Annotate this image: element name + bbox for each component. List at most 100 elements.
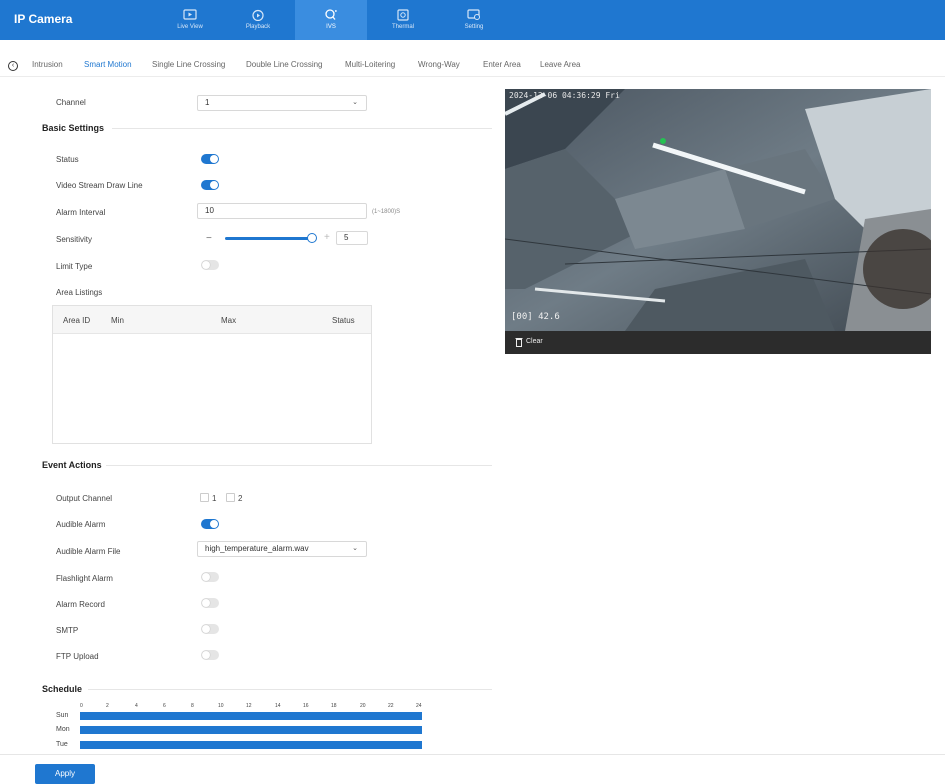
sensitivity-value: 5 bbox=[344, 233, 349, 242]
basic-settings-heading: Basic Settings bbox=[42, 123, 105, 133]
chevron-down-icon: ⌄ bbox=[352, 545, 358, 552]
tab-leave-area[interactable]: Leave Area bbox=[540, 60, 580, 69]
draw-line-label: Video Stream Draw Line bbox=[56, 181, 143, 190]
nav-setting[interactable]: Setting bbox=[438, 0, 510, 40]
tab-multi-loitering[interactable]: Multi-Loitering bbox=[345, 60, 395, 69]
tab-enter-area[interactable]: Enter Area bbox=[483, 60, 521, 69]
sensitivity-minus-button[interactable]: − bbox=[206, 233, 212, 244]
flashlight-alarm-label: Flashlight Alarm bbox=[56, 574, 113, 583]
sensitivity-plus-button[interactable]: + bbox=[324, 232, 330, 243]
channel-select[interactable]: 1 ⌄ bbox=[197, 95, 367, 111]
video-timestamp: 2024-12-06 04:36:29 Fri bbox=[509, 91, 620, 100]
alarm-interval-input[interactable]: 10 bbox=[197, 203, 367, 219]
trash-icon[interactable] bbox=[515, 337, 523, 347]
top-bar: IP Camera Live View Playback IVS Thermal… bbox=[0, 0, 945, 40]
audible-alarm-file-value: high_temperature_alarm.wav bbox=[205, 544, 309, 553]
hour-label: 14 bbox=[275, 703, 281, 709]
schedule-bar-tue[interactable] bbox=[80, 741, 422, 749]
status-label: Status bbox=[56, 155, 79, 164]
back-icon[interactable]: ‹ bbox=[8, 61, 18, 71]
sensitivity-slider-handle[interactable] bbox=[307, 233, 317, 243]
section-divider bbox=[88, 689, 492, 690]
hour-label: 24 bbox=[416, 703, 422, 709]
sensitivity-slider-track[interactable] bbox=[225, 237, 313, 240]
hour-label: 12 bbox=[246, 703, 252, 709]
audible-alarm-file-select[interactable]: high_temperature_alarm.wav ⌄ bbox=[197, 541, 367, 557]
schedule-bar-sun[interactable] bbox=[80, 712, 422, 720]
toggle-knob bbox=[202, 625, 210, 633]
toggle-knob bbox=[202, 651, 210, 659]
day-label-sun: Sun bbox=[56, 712, 69, 719]
area-listings-label: Area Listings bbox=[56, 288, 103, 297]
playback-icon bbox=[252, 9, 264, 21]
sensitivity-input[interactable]: 5 bbox=[336, 231, 368, 245]
audible-alarm-label: Audible Alarm bbox=[56, 520, 106, 529]
setting-icon bbox=[467, 9, 480, 20]
output-channel-label: Output Channel bbox=[56, 494, 113, 503]
alarm-interval-value: 10 bbox=[205, 206, 214, 215]
hour-label: 10 bbox=[218, 703, 224, 709]
nav-ivs[interactable]: IVS bbox=[295, 0, 367, 40]
output-channel-2-label: 2 bbox=[238, 494, 243, 503]
hour-label: 8 bbox=[191, 703, 194, 709]
limit-type-toggle[interactable] bbox=[201, 260, 219, 270]
hour-label: 22 bbox=[388, 703, 394, 709]
tab-divider bbox=[0, 76, 945, 77]
tab-double-line-crossing[interactable]: Double Line Crossing bbox=[246, 60, 323, 69]
col-status: Status bbox=[332, 316, 355, 325]
section-divider bbox=[106, 465, 492, 466]
apply-button[interactable]: Apply bbox=[35, 764, 95, 784]
smtp-toggle[interactable] bbox=[201, 624, 219, 634]
tab-smart-motion[interactable]: Smart Motion bbox=[84, 60, 132, 69]
section-divider bbox=[112, 128, 492, 129]
alarm-interval-label: Alarm Interval bbox=[56, 208, 106, 217]
flashlight-alarm-toggle[interactable] bbox=[201, 572, 219, 582]
hour-label: 0 bbox=[80, 703, 83, 709]
nav-live-view-label: Live View bbox=[177, 24, 203, 30]
toggle-knob bbox=[202, 261, 210, 269]
ivs-icon bbox=[325, 9, 337, 20]
app-title: IP Camera bbox=[14, 12, 73, 26]
toggle-knob bbox=[210, 155, 218, 163]
toggle-knob bbox=[210, 181, 218, 189]
nav-playback[interactable]: Playback bbox=[222, 0, 294, 40]
smtp-label: SMTP bbox=[56, 626, 79, 635]
ftp-upload-toggle[interactable] bbox=[201, 650, 219, 660]
ceiling-scene-image: 2024-12-06 04:36:29 Fri [00] 42.6 bbox=[505, 89, 931, 331]
hour-label: 2 bbox=[106, 703, 109, 709]
draw-line-toggle[interactable] bbox=[201, 180, 219, 190]
schedule-heading: Schedule bbox=[42, 684, 83, 694]
video-preview[interactable]: 2024-12-06 04:36:29 Fri [00] 42.6 bbox=[505, 89, 931, 331]
tab-wrong-way[interactable]: Wrong-Way bbox=[418, 60, 460, 69]
hour-label: 20 bbox=[360, 703, 366, 709]
hour-label: 4 bbox=[135, 703, 138, 709]
area-listings-table: Area ID Min Max Status bbox=[52, 305, 372, 444]
day-label-tue: Tue bbox=[56, 741, 68, 748]
output-channel-2-checkbox[interactable] bbox=[226, 493, 235, 502]
nav-setting-label: Setting bbox=[464, 24, 484, 30]
audible-alarm-toggle[interactable] bbox=[201, 519, 219, 529]
table-header: Area ID Min Max Status bbox=[53, 306, 371, 334]
status-toggle[interactable] bbox=[201, 154, 219, 164]
footer-divider bbox=[0, 754, 945, 755]
hour-label: 18 bbox=[331, 703, 337, 709]
schedule-bar-mon[interactable] bbox=[80, 726, 422, 734]
hour-label: 16 bbox=[303, 703, 309, 709]
tab-intrusion[interactable]: Intrusion bbox=[32, 60, 63, 69]
output-channel-1-checkbox[interactable] bbox=[200, 493, 209, 502]
clear-button[interactable]: Clear bbox=[526, 338, 543, 345]
col-min: Min bbox=[111, 316, 124, 325]
tab-single-line-crossing[interactable]: Single Line Crossing bbox=[152, 60, 225, 69]
toggle-knob bbox=[202, 573, 210, 581]
nav-thermal[interactable]: Thermal bbox=[367, 0, 439, 40]
alarm-record-toggle[interactable] bbox=[201, 598, 219, 608]
nav-live-view[interactable]: Live View bbox=[154, 0, 226, 40]
alarm-interval-hint: (1~1800)S bbox=[372, 209, 401, 215]
day-label-mon: Mon bbox=[56, 726, 70, 733]
col-area-id: Area ID bbox=[63, 316, 91, 325]
limit-type-label: Limit Type bbox=[56, 262, 93, 271]
audible-alarm-file-label: Audible Alarm File bbox=[56, 547, 121, 556]
event-actions-heading: Event Actions bbox=[42, 460, 102, 470]
ftp-upload-label: FTP Upload bbox=[56, 652, 99, 661]
output-channel-1-label: 1 bbox=[212, 494, 217, 503]
